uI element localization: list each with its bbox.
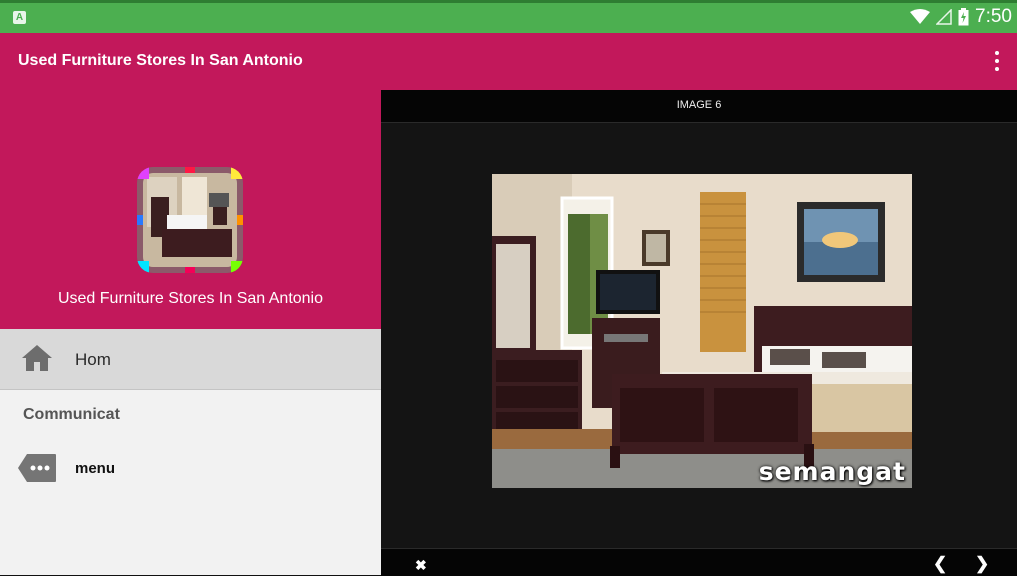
drawer-app-name: Used Furniture Stores In San Antonio [57, 290, 324, 307]
section-header-communication: Communicat [23, 406, 120, 423]
nav-item-menu[interactable]: menu [0, 445, 381, 495]
notification-a-icon: A [13, 11, 26, 24]
app-bar: Used Furniture Stores In San Antonio [0, 33, 1017, 90]
more-tag-icon [18, 454, 56, 482]
viewer-header: IMAGE 6 [381, 90, 1017, 123]
image-viewer: IMAGE 6 semangat ✖ ❮ ❯ [381, 90, 1017, 576]
close-icon[interactable]: ✖ [415, 557, 427, 574]
app-title: Used Furniture Stores In San Antonio [18, 52, 303, 69]
viewer-footer: ✖ ❮ ❯ [381, 548, 1017, 576]
image-watermark: semangat [758, 457, 906, 486]
nav-item-home[interactable]: Hom [0, 329, 381, 390]
bedroom-image[interactable]: semangat [492, 174, 912, 488]
app-icon [137, 167, 243, 273]
status-bar-edge [0, 0, 1017, 3]
status-time: 7:50 [975, 6, 1012, 27]
nav-item-menu-label: menu [75, 460, 116, 477]
drawer-header: Used Furniture Stores In San Antonio [0, 90, 381, 329]
wifi-icon [910, 9, 931, 24]
overflow-menu-icon[interactable] [985, 45, 1009, 77]
nav-item-home-label: Hom [75, 350, 111, 369]
home-icon [22, 345, 52, 371]
navigation-drawer: Used Furniture Stores In San Antonio Hom… [0, 90, 381, 575]
chevron-left-icon[interactable]: ❮ [933, 554, 947, 574]
chevron-right-icon[interactable]: ❯ [975, 554, 989, 574]
signal-icon [936, 9, 952, 25]
battery-charging-icon [958, 8, 969, 26]
status-bar: A 7:50 [0, 0, 1017, 33]
viewer-title: IMAGE 6 [676, 99, 722, 111]
status-icons: 7:50 [910, 5, 1012, 29]
